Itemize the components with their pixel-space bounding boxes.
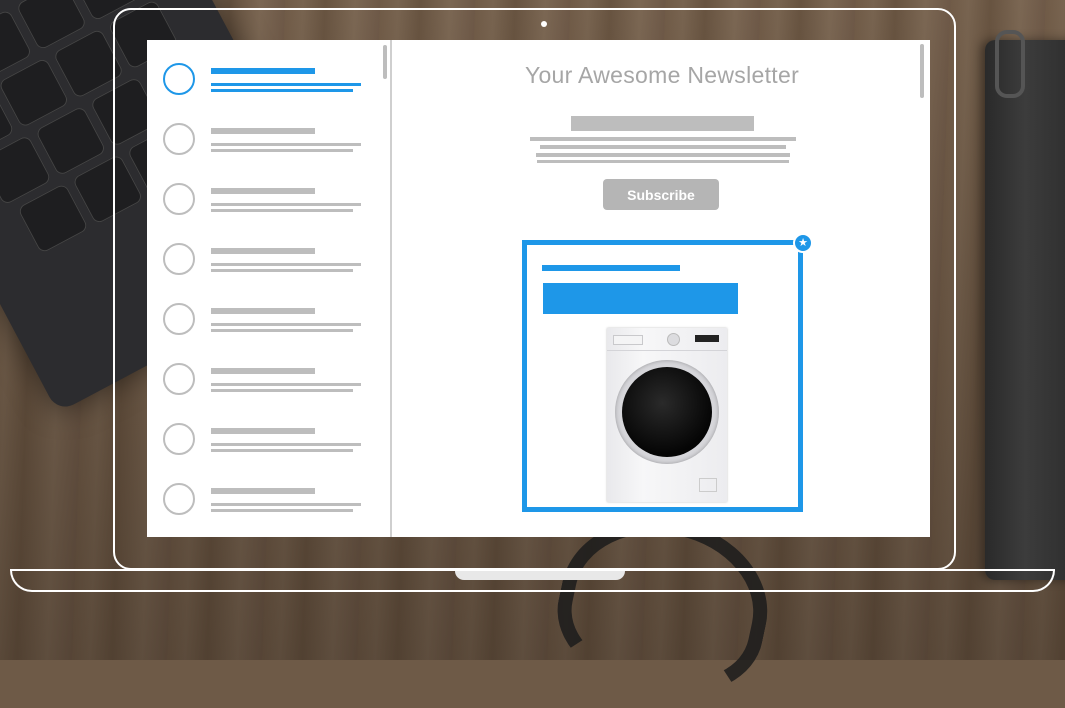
text-placeholder [536, 153, 790, 157]
laptop-notch [455, 571, 625, 580]
subject-placeholder [211, 203, 361, 206]
preview-placeholder [211, 509, 353, 512]
card-heading-placeholder [542, 265, 680, 271]
sender-placeholder [211, 368, 315, 374]
sender-placeholder [211, 68, 315, 74]
washer-filter-cover [699, 478, 717, 492]
washer-drawer [613, 335, 643, 345]
preview-placeholder [211, 89, 353, 92]
sender-placeholder [211, 248, 315, 254]
sender-placeholder [211, 428, 315, 434]
inbox-sidebar [147, 40, 392, 537]
washer-knob [667, 333, 680, 346]
preview-placeholder [211, 149, 353, 152]
washer-display [695, 335, 719, 342]
inbox-item[interactable] [163, 362, 383, 402]
sender-placeholder [211, 128, 315, 134]
inbox-item[interactable] [163, 422, 383, 462]
card-banner-placeholder [543, 283, 738, 314]
email-client-screen: Your Awesome Newsletter Subscribe ★ [147, 40, 930, 537]
inbox-item[interactable] [163, 242, 383, 282]
subject-placeholder [211, 503, 361, 506]
select-circle-icon[interactable] [163, 123, 195, 155]
newsletter-title: Your Awesome Newsletter [524, 62, 800, 88]
preview-placeholder [211, 449, 353, 452]
inbox-item[interactable] [163, 182, 383, 222]
subject-placeholder [211, 383, 361, 386]
preview-placeholder [211, 389, 353, 392]
select-circle-icon[interactable] [163, 243, 195, 275]
subject-placeholder [211, 443, 361, 446]
select-circle-icon[interactable] [163, 183, 195, 215]
star-icon: ★ [793, 233, 813, 253]
select-circle-icon[interactable] [163, 423, 195, 455]
featured-product-card[interactable] [522, 240, 803, 512]
select-circle-icon[interactable] [163, 363, 195, 395]
washer-door [622, 367, 712, 457]
newsletter-preview: Your Awesome Newsletter Subscribe ★ [394, 40, 930, 537]
inbox-item-selected[interactable] [163, 62, 383, 102]
washing-machine-image [607, 328, 727, 502]
inbox-item[interactable] [163, 482, 383, 522]
select-circle-icon[interactable] [163, 483, 195, 515]
sender-placeholder [211, 308, 315, 314]
notebook-strap [995, 30, 1025, 98]
camera-icon [541, 21, 547, 27]
text-placeholder [540, 145, 786, 149]
sender-placeholder [211, 188, 315, 194]
inbox-item[interactable] [163, 302, 383, 342]
inbox-item[interactable] [163, 122, 383, 162]
preview-placeholder [211, 209, 353, 212]
subject-placeholder [211, 263, 361, 266]
sidebar-scrollbar[interactable] [383, 45, 387, 79]
preview-placeholder [211, 329, 353, 332]
subject-placeholder [211, 323, 361, 326]
select-circle-icon[interactable] [163, 303, 195, 335]
subject-placeholder [211, 143, 361, 146]
heading-placeholder [571, 116, 754, 131]
notebook-photo [985, 40, 1065, 580]
select-circle-icon[interactable] [163, 63, 195, 95]
subscribe-button[interactable]: Subscribe [603, 179, 719, 210]
text-placeholder [537, 160, 789, 163]
preview-placeholder [211, 269, 353, 272]
text-placeholder [530, 137, 796, 141]
subject-placeholder [211, 83, 361, 86]
sender-placeholder [211, 488, 315, 494]
